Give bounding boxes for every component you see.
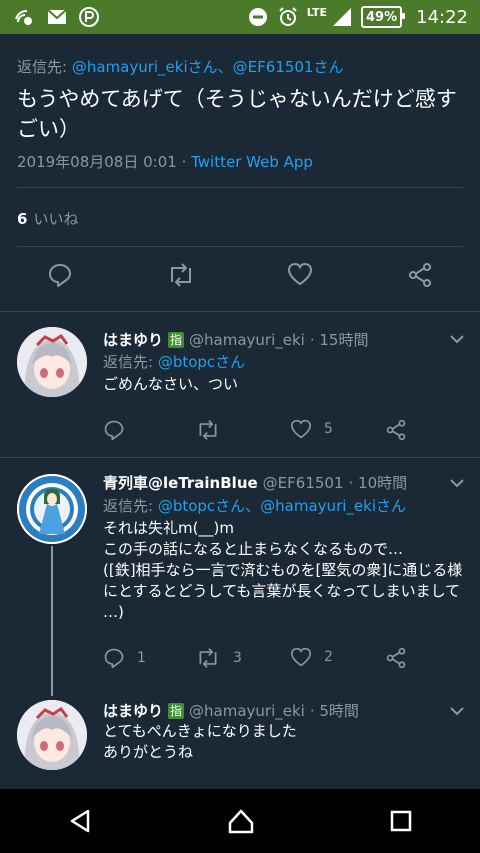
reply-header: はまゆり 指 @hamayuri_eki · 15時間	[103, 329, 368, 350]
tweet-text-line: この手の話になると止まらなくなるもので…	[103, 540, 404, 558]
do-not-disturb-icon	[247, 6, 269, 28]
tweet-text: とてもぺんきょになりました ありがとうね	[103, 721, 468, 763]
mail-icon	[46, 6, 68, 28]
home-circle-icon[interactable]	[227, 807, 255, 835]
parking-icon	[78, 6, 100, 28]
chevron-down-icon[interactable]	[450, 706, 464, 716]
user-handle[interactable]: @hamayuri_eki	[189, 331, 305, 349]
reply-to-prefix: 返信先:	[103, 353, 158, 371]
reply-button[interactable]: 1	[103, 647, 146, 669]
like-button[interactable]: 5	[290, 419, 333, 439]
retweet-icon	[199, 420, 217, 440]
tweet-text-line: ありがとうね	[103, 743, 194, 761]
reply-to-prefix: 返信先:	[103, 497, 158, 515]
retweet-button[interactable]	[195, 419, 233, 441]
reply-header: はまゆり 指 @hamayuri_eki · 5時間	[103, 700, 359, 721]
recents-square-icon[interactable]	[389, 809, 413, 833]
name-badge: 指	[168, 702, 185, 719]
reply-to-handles[interactable]: @btopcさん	[158, 353, 245, 371]
clock: 14:22	[416, 6, 468, 28]
heart-icon	[290, 419, 312, 439]
status-bar: LTE 49% 14:22	[0, 0, 480, 34]
tweet-time: · 15時間	[309, 331, 369, 349]
reply-icon	[49, 264, 71, 287]
tweet-text: それは失礼m(__)m この手の話になると止まらなくなるもので… ([鉄]相手な…	[103, 518, 468, 623]
reply-to-line: 返信先: @hamayuri_ekiさん、@EF61501さん	[17, 56, 343, 77]
android-nav-bar	[0, 789, 480, 853]
like-count: 5	[324, 421, 333, 437]
avatar[interactable]	[17, 327, 87, 397]
heart-icon	[290, 647, 312, 667]
display-name[interactable]: はまゆり	[103, 700, 163, 721]
tweet-action-bar	[0, 262, 480, 296]
heart-icon	[287, 262, 313, 286]
tweet-time: · 5時間	[309, 702, 359, 720]
reply-button[interactable]	[47, 262, 73, 288]
network-type: LTE	[306, 5, 327, 19]
display-name[interactable]: はまゆり	[103, 329, 163, 350]
avatar[interactable]	[17, 700, 87, 770]
display-name[interactable]: 青列車@leTrainBlue	[103, 472, 258, 493]
back-triangle-icon[interactable]	[67, 808, 93, 834]
signal-icon	[331, 6, 353, 28]
tweet-text-line: とてもぺんきょになりました	[103, 722, 297, 740]
avatar[interactable]	[17, 474, 87, 544]
tweet-text: もうやめてあげて（そうじゃないんだけど感すごい）	[17, 87, 457, 141]
retweet-count: 3	[233, 650, 242, 666]
tweet-text-line: ([鉄]相手なら一言で済むものを[堅気の衆]に通じる様	[103, 561, 463, 579]
tweet-timestamp: 2019年08月08日 0:01 ·	[17, 153, 192, 171]
share-button[interactable]	[385, 647, 407, 669]
name-badge: 指	[168, 331, 185, 348]
like-count: 6	[17, 210, 28, 228]
retweet-button[interactable]: 3	[195, 647, 242, 669]
tweet-meta: 2019年08月08日 0:01 · Twitter Web App	[17, 151, 313, 172]
divider	[17, 187, 463, 188]
tweet-text-line: …)	[103, 603, 124, 621]
reply-to-handles[interactable]: @hamayuri_ekiさん、@EF61501さん	[72, 58, 344, 76]
battery-indicator: 49%	[361, 6, 406, 28]
tweet-text: ごめんなさい、つい	[103, 375, 239, 393]
divider	[17, 246, 463, 247]
wifi-calling-icon	[14, 6, 36, 28]
retweet-icon	[199, 648, 217, 668]
reply-header: 青列車@leTrainBlue @EF61501 · 10時間	[103, 472, 407, 493]
retweet-button[interactable]	[166, 262, 196, 288]
reply-to-prefix: 返信先:	[17, 58, 72, 76]
tweet-client-link[interactable]: Twitter Web App	[191, 153, 313, 171]
divider	[0, 457, 480, 458]
like-button[interactable]	[287, 262, 313, 286]
tweet-time: · 10時間	[348, 474, 408, 492]
share-icon	[386, 419, 406, 441]
user-handle[interactable]: @EF61501	[263, 474, 344, 492]
reply-count: 1	[137, 650, 146, 666]
reply-to-line: 返信先: @btopcさん、@hamayuri_ekiさん	[103, 495, 406, 516]
share-icon	[409, 263, 431, 287]
like-button[interactable]: 2	[290, 647, 333, 667]
share-button[interactable]	[407, 262, 433, 288]
reply-to-line: 返信先: @btopcさん	[103, 351, 245, 372]
thread-line	[51, 546, 53, 696]
tweet-text-line: それは失礼m(__)m	[103, 519, 234, 537]
alarm-icon	[277, 6, 299, 28]
reply-icon	[104, 648, 124, 669]
like-count: 2	[324, 649, 333, 665]
reply-button[interactable]	[103, 419, 137, 441]
share-button[interactable]	[385, 419, 407, 441]
tweet-text-line: にとするとどうしても言葉が長くなってしまいまして	[103, 582, 461, 600]
reply-icon	[104, 420, 124, 441]
chevron-down-icon[interactable]	[450, 478, 464, 488]
divider	[0, 311, 480, 312]
chevron-down-icon[interactable]	[450, 334, 464, 344]
like-label: いいね	[33, 210, 79, 228]
user-handle[interactable]: @hamayuri_eki	[189, 702, 305, 720]
retweet-icon	[171, 263, 191, 287]
share-icon	[386, 647, 406, 669]
like-count-row[interactable]: 6 いいね	[17, 208, 78, 229]
reply-to-handles[interactable]: @btopcさん、@hamayuri_ekiさん	[158, 497, 406, 515]
